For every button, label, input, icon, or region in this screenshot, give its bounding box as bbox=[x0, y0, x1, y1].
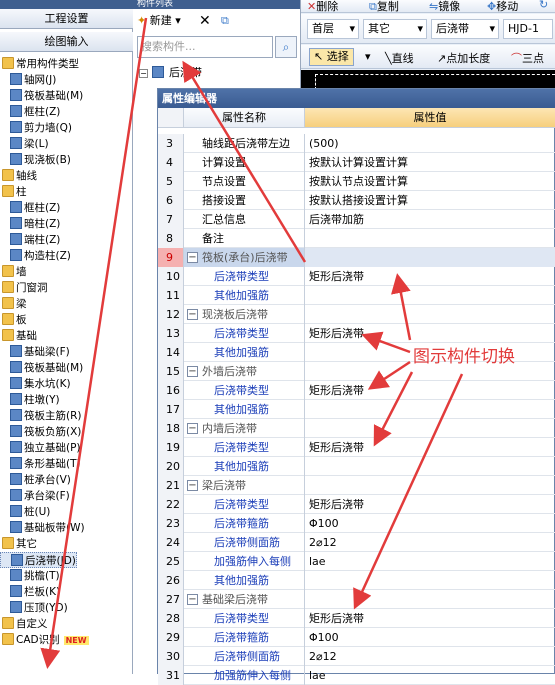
annotation-label: 图示构件切换 bbox=[413, 347, 515, 366]
arrow-to-row-10 bbox=[391, 273, 412, 341]
arrow-to-component-list bbox=[182, 60, 307, 263]
arrow-to-post-cast-strip bbox=[40, 17, 148, 669]
arrow-to-row-16 bbox=[367, 360, 411, 390]
arrow-to-row-19 bbox=[373, 371, 414, 447]
arrow-to-row-13 bbox=[361, 331, 411, 354]
arrow-to-row-28 bbox=[353, 373, 464, 610]
annotation-arrows: 图示构件切换 bbox=[40, 17, 515, 669]
